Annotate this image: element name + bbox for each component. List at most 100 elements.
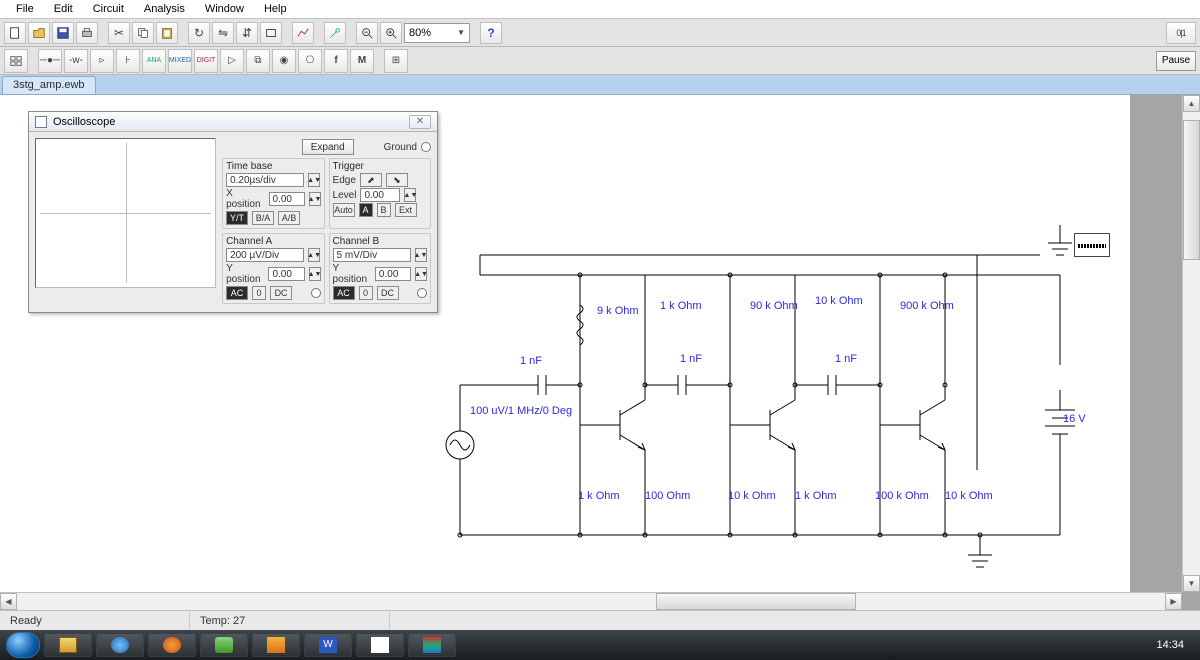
subcircuit-button[interactable] [260,22,282,44]
scroll-right-icon[interactable]: ▶ [1165,593,1182,610]
vscroll-thumb[interactable] [1183,120,1200,260]
start-button[interactable] [6,632,40,658]
vertical-scrollbar[interactable]: ▲ ▼ [1182,95,1200,592]
open-button[interactable] [28,22,50,44]
bin-controls[interactable]: ⎔ [298,49,322,73]
cha-0-button[interactable]: 0 [252,286,266,300]
chb-0-button[interactable]: 0 [359,286,373,300]
bin-misc[interactable]: f [324,49,348,73]
chb-scale-input[interactable]: 5 mV/Div [333,248,411,262]
chb-ac-button[interactable]: AC [333,286,355,300]
simulate-switch[interactable]: 0|1 [1166,22,1196,44]
chb-dc-button[interactable]: DC [377,286,399,300]
copy-button[interactable] [132,22,154,44]
ground-radio[interactable] [421,142,431,152]
bin-sources[interactable]: ─●─ [38,49,62,73]
task-mail[interactable] [252,633,300,657]
task-browser[interactable] [96,633,144,657]
oscilloscope-titlebar[interactable]: Oscilloscope ✕ [29,112,437,132]
cha-scale-spin[interactable]: ▲▼ [308,248,320,262]
document-tab[interactable]: 3stg_amp.ewb [2,76,96,94]
flip-v-button[interactable]: ⇵ [236,22,258,44]
menu-edit[interactable]: Edit [44,1,83,17]
mode-yt-button[interactable]: Y/T [226,211,248,225]
trig-b-button[interactable]: B [377,203,391,217]
scroll-left-icon[interactable]: ◀ [0,593,17,610]
zoom-select[interactable]: 80%▼ [404,23,470,43]
bin-logic-gates[interactable]: ▷ [220,49,244,73]
chb-ypos-input[interactable]: 0.00 [375,267,411,281]
timebase-input[interactable]: 0.20µs/div [226,173,304,187]
bin-favorites[interactable] [4,49,28,73]
paste-button[interactable] [156,22,178,44]
taskbar-clock[interactable]: 14:34 [1146,639,1194,651]
edge-fall-button[interactable]: ⬊ [386,173,408,187]
xpos-input[interactable]: 0.00 [269,192,305,206]
cha-ypos-spin[interactable]: ▲▼ [309,267,321,281]
bin-indicators[interactable]: ◉ [272,49,296,73]
component-props-button[interactable] [324,22,346,44]
graph-button[interactable] [292,22,314,44]
task-ewb[interactable] [408,633,456,657]
r6-label: 1 k Ohm [578,490,620,502]
r8-label: 10 k Ohm [728,490,776,502]
save-button[interactable] [52,22,74,44]
bin-digital-ics[interactable]: DIGIT [194,49,218,73]
menu-window[interactable]: Window [195,1,254,17]
expand-button[interactable]: Expand [302,139,354,155]
cut-button[interactable]: ✂ [108,22,130,44]
level-input[interactable]: 0.00 [360,188,400,202]
horizontal-scrollbar[interactable]: ◀ ▶ [0,592,1182,610]
task-explorer[interactable] [44,633,92,657]
bin-basic[interactable]: -w- [64,49,88,73]
close-icon[interactable]: ✕ [409,115,431,129]
menu-file[interactable]: File [6,1,44,17]
task-chat[interactable] [200,633,248,657]
bin-extra[interactable]: ⊞ [384,49,408,73]
print-button[interactable] [76,22,98,44]
mode-ba-button[interactable]: B/A [252,211,274,225]
menu-help[interactable]: Help [254,1,297,17]
scroll-up-icon[interactable]: ▲ [1183,95,1200,112]
mode-ab-button[interactable]: A/B [278,211,300,225]
task-word[interactable]: W [304,633,352,657]
task-app1[interactable] [356,633,404,657]
menu-circuit[interactable]: Circuit [83,1,134,17]
bin-digital[interactable]: ⧉ [246,49,270,73]
workspace[interactable]: Oscilloscope ✕ Expand Ground Time base 0… [0,95,1200,610]
bin-diodes[interactable]: ▹ [90,49,114,73]
trig-ext-button[interactable]: Ext [395,203,417,217]
bin-instruments[interactable]: M [350,49,374,73]
trig-auto-button[interactable]: Auto [333,203,355,217]
trig-a-button[interactable]: A [359,203,373,217]
cha-ypos-input[interactable]: 0.00 [268,267,304,281]
menubar: File Edit Circuit Analysis Window Help [0,0,1200,19]
flip-h-button[interactable]: ⇋ [212,22,234,44]
bin-analog-ics[interactable]: ANA [142,49,166,73]
scroll-down-icon[interactable]: ▼ [1183,575,1200,592]
cha-ac-button[interactable]: AC [226,286,248,300]
cha-dc-button[interactable]: DC [270,286,292,300]
bin-transistors[interactable]: ⊦ [116,49,140,73]
cha-probe-radio[interactable] [311,288,321,298]
r11-label: 10 k Ohm [945,490,993,502]
hscroll-thumb[interactable] [656,593,856,610]
edge-rise-button[interactable]: ⬈ [360,173,382,187]
new-button[interactable] [4,22,26,44]
zoom-in-button[interactable] [380,22,402,44]
level-spin[interactable]: ▲▼ [404,188,416,202]
cha-scale-input[interactable]: 200 µV/Div [226,248,304,262]
schematic-canvas[interactable] [420,215,1120,585]
r1-label: 9 k Ohm [597,305,639,317]
pause-button[interactable]: Pause [1156,51,1196,71]
timebase-spin[interactable]: ▲▼ [308,173,320,187]
xpos-spin[interactable]: ▲▼ [309,192,321,206]
task-media[interactable] [148,633,196,657]
timebase-group: Time base 0.20µs/div▲▼ X position0.00▲▼ … [222,158,324,229]
help-button[interactable]: ? [480,22,502,44]
oscilloscope-window[interactable]: Oscilloscope ✕ Expand Ground Time base 0… [28,111,438,313]
bin-mixed-ics[interactable]: MIXED [168,49,192,73]
zoom-out-button[interactable] [356,22,378,44]
rotate-button[interactable]: ↻ [188,22,210,44]
menu-analysis[interactable]: Analysis [134,1,195,17]
